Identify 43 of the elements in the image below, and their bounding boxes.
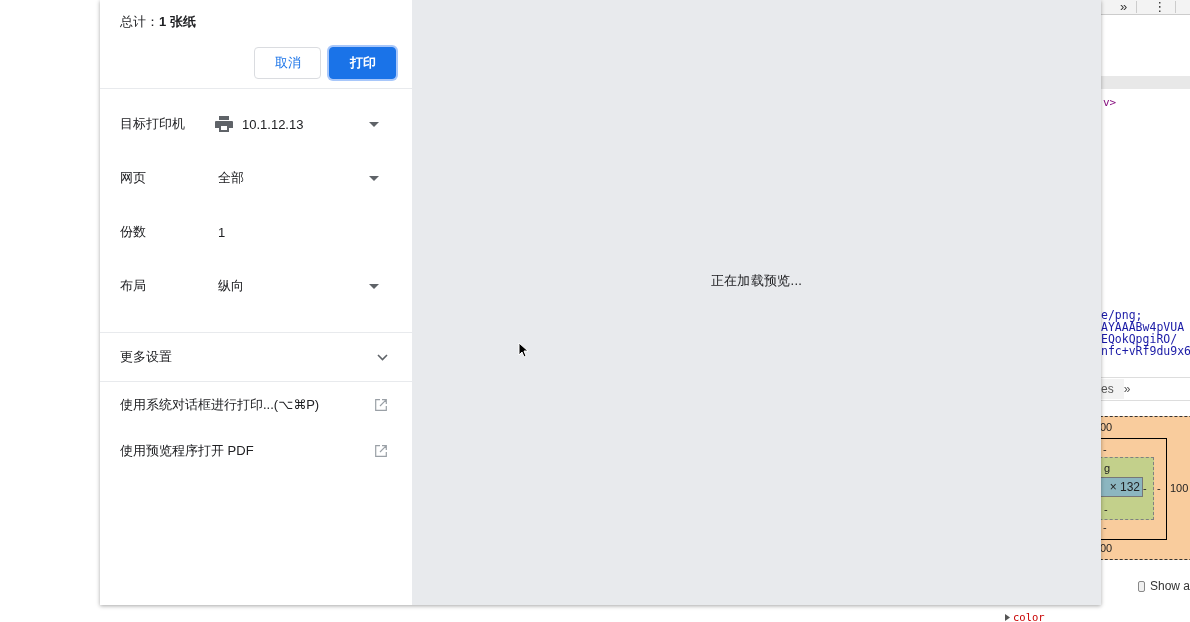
box-model-label: 100 bbox=[1170, 482, 1189, 494]
chevron-icon bbox=[377, 353, 388, 361]
more-tabs-button[interactable]: » bbox=[1104, 1, 1138, 13]
property-name: color bbox=[1013, 612, 1045, 622]
dialog-link[interactable]: 使用预览程序打开 PDF bbox=[100, 428, 412, 474]
expand-triangle-icon bbox=[1005, 613, 1010, 621]
sheet-total: 总计：1 张纸 bbox=[120, 14, 196, 30]
more-tabs-button[interactable]: » bbox=[1123, 382, 1139, 396]
checkbox-label: Show a bbox=[1149, 579, 1190, 593]
cancel-button[interactable]: 取消 bbox=[254, 47, 321, 79]
devtools-tab[interactable]: es bbox=[1101, 379, 1124, 399]
printer-select[interactable]: 10.1.12.13 bbox=[218, 109, 388, 139]
code-text: AYAAABw4pVUA bbox=[1101, 321, 1185, 333]
setting-label: 目标打印机 bbox=[120, 115, 186, 133]
dropdown-caret-icon bbox=[369, 283, 379, 289]
box-model-label: - bbox=[1143, 482, 1147, 494]
more-settings-toggle[interactable]: 更多设置 bbox=[100, 333, 412, 381]
box-model-label: - bbox=[1104, 503, 1108, 515]
box-model-label: - bbox=[1103, 521, 1107, 533]
box-model-label: g bbox=[1104, 462, 1111, 474]
open-external-icon bbox=[375, 399, 387, 411]
menu-button[interactable]: ⋮ bbox=[1137, 1, 1177, 13]
dropdown-caret-icon bbox=[369, 175, 379, 181]
checkbox[interactable] bbox=[1138, 580, 1145, 592]
copies-field[interactable]: 1 bbox=[218, 224, 318, 240]
open-external-icon bbox=[375, 445, 387, 457]
dropdown-select[interactable]: 纵向 bbox=[218, 271, 388, 301]
setting-label: 网页 bbox=[120, 169, 147, 187]
dialog-link[interactable]: 使用系统对话框进行打印...(⌥⌘P) bbox=[100, 382, 412, 428]
loading-message: 正在加载预览... bbox=[710, 271, 803, 290]
box-model-label: - bbox=[1157, 482, 1161, 494]
print-button[interactable]: 打印 bbox=[329, 47, 396, 79]
cursor-icon bbox=[518, 342, 528, 358]
box-model-label: - bbox=[1103, 443, 1107, 455]
dropdown-select[interactable]: 全部 bbox=[218, 163, 388, 193]
setting-label: 布局 bbox=[120, 277, 147, 295]
code-text: nfc+vRf9du9x6 bbox=[1101, 345, 1190, 357]
code-text: e/png; bbox=[1101, 309, 1143, 321]
code-text: v> bbox=[1103, 96, 1118, 109]
setting-label: 份数 bbox=[120, 223, 147, 241]
printer-icon bbox=[215, 116, 233, 132]
code-text: EQokQpgiRO/ bbox=[1101, 333, 1178, 345]
dropdown-caret-icon bbox=[369, 121, 379, 127]
